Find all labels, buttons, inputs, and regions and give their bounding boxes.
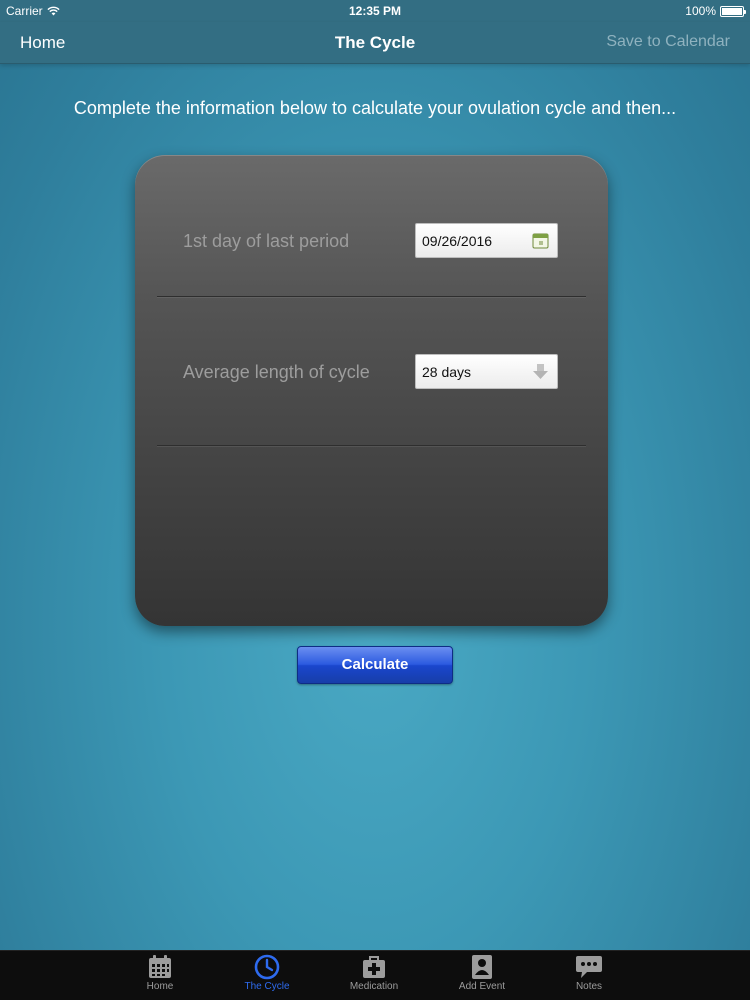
status-bar: Carrier 12:35 PM 100%: [0, 0, 750, 22]
tab-add-event[interactable]: Add Event: [442, 954, 522, 1000]
cycle-length-select[interactable]: 28 days: [415, 354, 558, 389]
period-date-value: 09/26/2016: [422, 233, 493, 249]
tab-label: Add Event: [458, 981, 506, 992]
status-time: 12:35 PM: [348, 4, 402, 18]
cycle-length-value: 28 days: [422, 364, 472, 380]
tab-medication[interactable]: Medication: [334, 954, 414, 1000]
tab-label: Notes: [575, 981, 603, 992]
tab-home[interactable]: Home: [120, 954, 200, 1000]
speech-bubble-icon: [576, 956, 602, 978]
save-to-calendar-button[interactable]: Save to Calendar: [606, 33, 730, 51]
battery-info: 100%: [685, 4, 746, 18]
clock-icon: [254, 954, 280, 980]
arrow-down-icon[interactable]: [532, 363, 549, 380]
period-date-field[interactable]: 09/26/2016: [415, 223, 558, 258]
navigation-bar: Home The Cycle Save to Calendar: [0, 22, 750, 64]
battery-percent: 100%: [685, 4, 716, 18]
medical-bag-icon: [363, 956, 385, 978]
tab-the-cycle[interactable]: The Cycle: [227, 954, 307, 1000]
period-date-label: 1st day of last period: [183, 231, 350, 251]
form-divider: [157, 296, 586, 297]
home-nav-button[interactable]: Home: [20, 33, 65, 53]
tab-notes[interactable]: Notes: [549, 954, 629, 1000]
form-divider: [157, 445, 586, 446]
calculate-button[interactable]: Calculate: [297, 646, 453, 684]
calendar-icon: [149, 955, 171, 978]
intro-text: Complete the information below to calcul…: [73, 98, 677, 118]
cycle-length-label: Average length of cycle: [183, 362, 370, 382]
battery-icon: [720, 5, 746, 17]
tab-label: Medication: [349, 981, 399, 992]
tab-label: The Cycle: [244, 981, 290, 992]
tab-bar: Home The Cycle Medication Add Event Note…: [0, 950, 750, 1000]
calendar-icon[interactable]: [532, 232, 549, 249]
cycle-form-panel: 1st day of last period 09/26/2016 Averag…: [135, 155, 608, 626]
person-badge-icon: [472, 955, 492, 979]
tab-label: Home: [146, 981, 174, 992]
